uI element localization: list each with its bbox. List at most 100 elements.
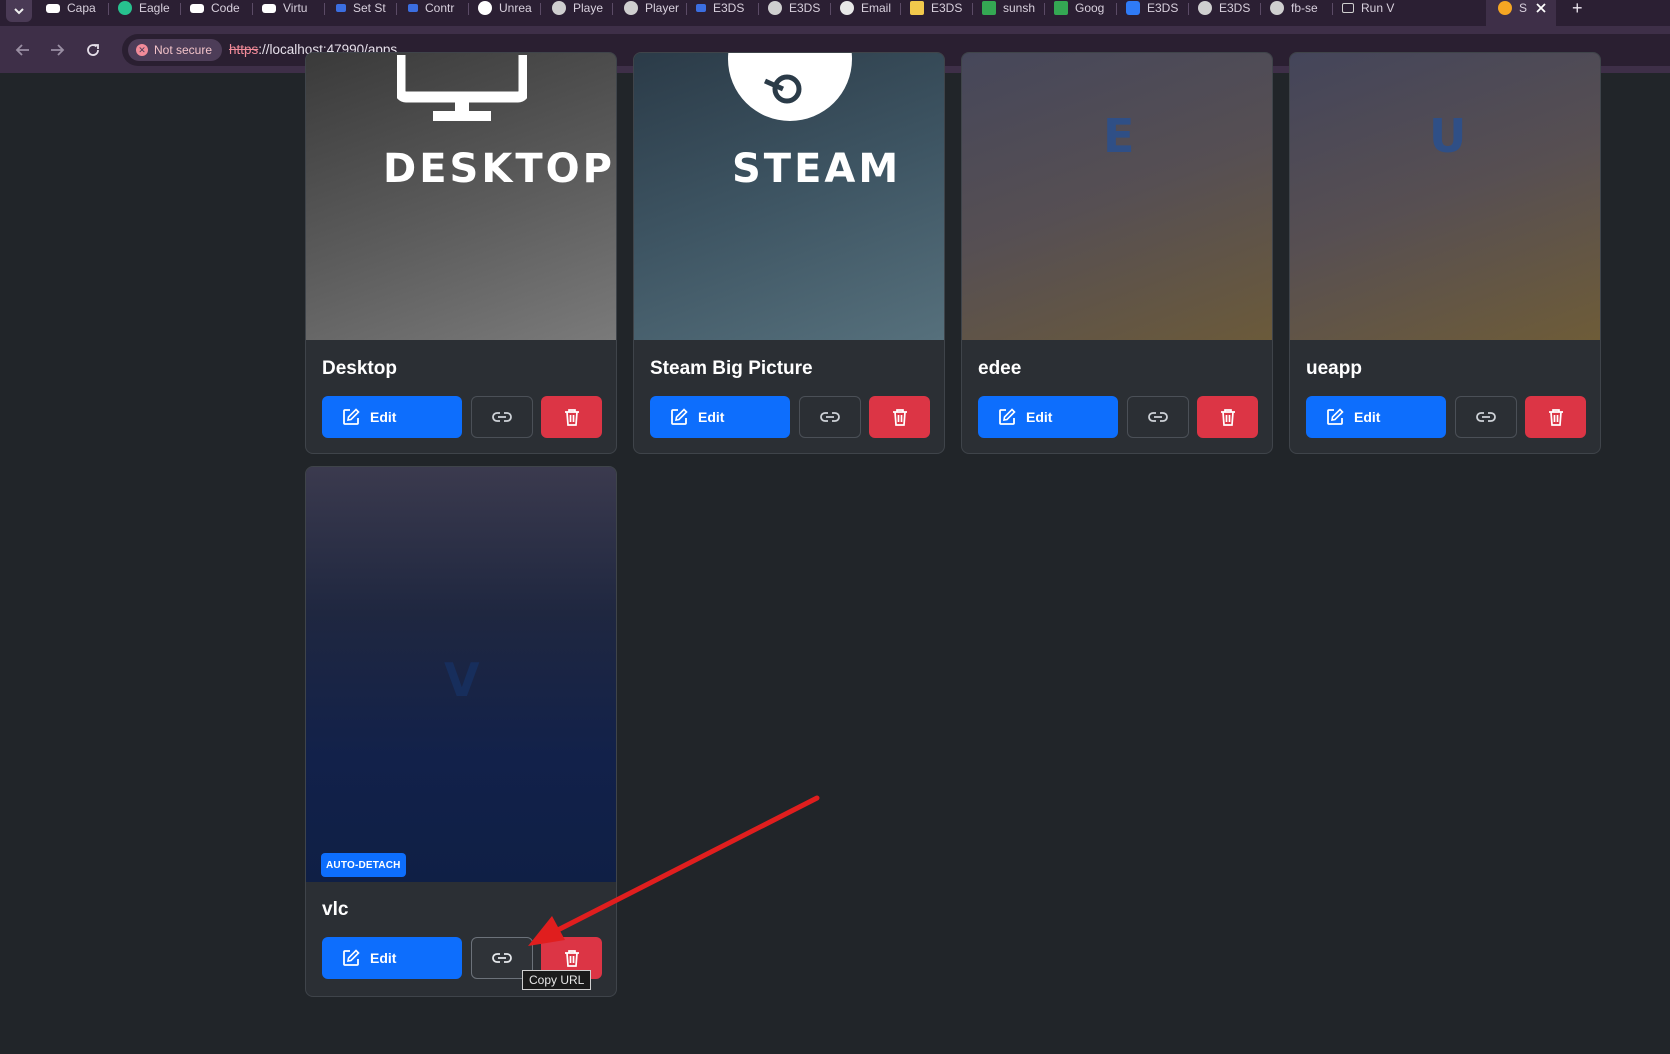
app-cover-image: DESKTOP	[306, 53, 616, 340]
drive-icon	[982, 1, 996, 15]
eagle-icon	[118, 1, 132, 15]
app-cover-image: E	[962, 53, 1272, 340]
tab-item[interactable]: Contr	[408, 0, 464, 16]
app-title: Desktop	[322, 358, 397, 379]
link-icon	[1148, 412, 1168, 422]
new-tab-button[interactable]: +	[1572, 0, 1583, 19]
globe-icon	[1270, 1, 1284, 15]
link-icon	[820, 412, 840, 422]
delete-button[interactable]	[1525, 396, 1586, 438]
webflow-icon	[190, 3, 204, 13]
trash-icon	[1548, 409, 1563, 426]
webflow-icon	[262, 3, 276, 13]
app-title: Steam Big Picture	[650, 358, 813, 379]
openai-icon	[840, 1, 854, 15]
globe-icon	[768, 1, 782, 15]
globe-icon	[552, 1, 566, 15]
app-cover-letter: U	[1429, 109, 1467, 163]
tab-item[interactable]: Player	[624, 0, 682, 16]
delete-button[interactable]	[1197, 396, 1258, 438]
tab-item[interactable]: Code	[190, 0, 248, 16]
unreal-arrow-icon	[336, 4, 346, 12]
chevron-down-icon	[14, 8, 24, 15]
edit-icon	[343, 949, 360, 966]
drive-icon	[1054, 1, 1068, 15]
tab-item[interactable]: Set St	[336, 0, 392, 16]
app-cover-text: STEAM	[732, 146, 902, 192]
edit-button[interactable]: Edit	[650, 396, 790, 438]
app-title: vlc	[322, 899, 349, 920]
app-cover-image: U	[1290, 53, 1600, 340]
app-title: ueapp	[1306, 358, 1362, 379]
trash-icon	[564, 409, 579, 426]
arrow-left-icon	[15, 44, 29, 56]
close-icon[interactable]	[1536, 3, 1546, 13]
tab-item[interactable]: fb-se	[1270, 0, 1328, 16]
tab-item[interactable]: Capa	[46, 0, 104, 16]
edit-button[interactable]: Edit	[978, 396, 1118, 438]
unreal-arrow-icon	[696, 4, 706, 12]
unreal-arrow-icon	[408, 4, 418, 12]
app-cover-image: V AUTO-DETACH	[306, 467, 616, 882]
tab-item[interactable]: E3DS	[1198, 0, 1256, 16]
tab-item[interactable]: Playe	[552, 0, 610, 16]
copy-url-button[interactable]	[799, 396, 861, 438]
tab-item[interactable]: E3DS	[768, 0, 826, 16]
security-indicator[interactable]: ✕ Not secure	[128, 39, 223, 61]
link-icon	[492, 953, 512, 963]
trash-icon	[1220, 409, 1235, 426]
app-cover-image: STEAM	[634, 53, 944, 340]
tab-item[interactable]: E3DS	[696, 0, 754, 16]
tab-item[interactable]: sunsh	[982, 0, 1042, 16]
edit-button[interactable]: Edit	[322, 396, 462, 438]
copy-url-button[interactable]	[471, 396, 533, 438]
arrow-right-icon	[51, 44, 65, 56]
tab-item[interactable]: Unrea	[478, 0, 536, 16]
sunshine-icon	[1498, 1, 1512, 15]
link-icon	[1476, 412, 1496, 422]
edit-button[interactable]: Edit	[322, 937, 462, 979]
app-cover-text: DESKTOP	[383, 146, 615, 192]
unreal-icon	[478, 1, 492, 15]
tab-item[interactable]: E3DS	[910, 0, 968, 16]
copy-url-button[interactable]	[1455, 396, 1517, 438]
webflow-icon	[46, 3, 60, 13]
reload-icon	[87, 44, 99, 56]
delete-button[interactable]	[869, 396, 930, 438]
tab-strip: Capa Eagle Code Virtu Set St Contr Unrea…	[0, 0, 1670, 26]
app-title: edee	[978, 358, 1022, 379]
globe-icon	[624, 1, 638, 15]
reload-button[interactable]	[82, 39, 104, 61]
app-card: V AUTO-DETACH vlc Edit	[305, 466, 617, 997]
warning-icon: ✕	[136, 44, 148, 56]
auto-detach-badge: AUTO-DETACH	[321, 853, 406, 877]
app-card: STEAM Steam Big Picture Edit	[633, 52, 945, 454]
trash-icon	[892, 409, 907, 426]
delete-button[interactable]	[541, 396, 602, 438]
app-cover-letter: V	[444, 653, 480, 707]
link-icon	[492, 412, 512, 422]
tab-item[interactable]: Email	[840, 0, 900, 16]
app-card: DESKTOP Desktop Edit	[305, 52, 617, 454]
app-card: U ueapp Edit	[1289, 52, 1601, 454]
edit-button[interactable]: Edit	[1306, 396, 1446, 438]
tab-search-button[interactable]	[6, 0, 32, 22]
steam-logo-icon	[728, 53, 852, 121]
tab-item[interactable]: Virtu	[262, 0, 320, 16]
copy-url-button[interactable]	[1127, 396, 1189, 438]
edit-icon	[999, 408, 1016, 425]
tab-item[interactable]: Run V	[1342, 0, 1402, 16]
app-card: E edee Edit	[961, 52, 1273, 454]
app-icon	[1126, 1, 1140, 15]
tab-item[interactable]: Goog	[1054, 0, 1114, 16]
forward-button[interactable]	[46, 39, 68, 61]
wand-icon	[910, 1, 924, 15]
globe-icon	[1198, 1, 1212, 15]
edit-icon	[671, 408, 688, 425]
back-button[interactable]	[12, 39, 34, 61]
copy-url-tooltip: Copy URL	[522, 970, 592, 990]
edit-icon	[1327, 408, 1344, 425]
tab-item[interactable]: Eagle	[118, 0, 176, 16]
tab-item-active[interactable]: S	[1486, 0, 1556, 26]
tab-item[interactable]: E3DS	[1126, 0, 1184, 16]
